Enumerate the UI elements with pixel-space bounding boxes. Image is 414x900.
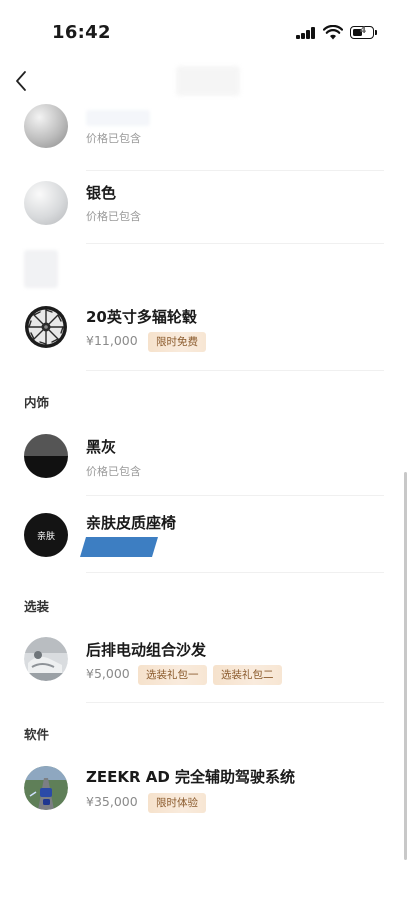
status-time: 16:42 bbox=[52, 22, 111, 43]
driving-assist-image-icon bbox=[24, 766, 68, 810]
cellular-signal-icon bbox=[296, 27, 316, 39]
seat-material-icon: 亲肤 bbox=[24, 513, 68, 557]
option-name: 银色 bbox=[86, 184, 117, 202]
divider bbox=[86, 370, 384, 371]
option-row-paint[interactable]: 价格已包含 bbox=[0, 100, 414, 160]
battery-icon: 4 bbox=[350, 26, 374, 39]
option-price: ¥11,000 bbox=[86, 333, 138, 348]
option-name: 亲肤皮质座椅 bbox=[86, 514, 177, 532]
option-price: ¥35,000 bbox=[86, 794, 138, 809]
seat-material-icon-text: 亲肤 bbox=[36, 531, 55, 542]
option-name: 黑灰 bbox=[86, 438, 117, 456]
option-name-redacted bbox=[86, 110, 150, 126]
divider bbox=[86, 495, 384, 496]
option-price: ¥5,000 bbox=[86, 666, 130, 681]
promo-badge[interactable]: 限时免费 bbox=[148, 332, 206, 352]
option-name: 后排电动组合沙发 bbox=[86, 641, 207, 659]
status-bar: 16:42 4 bbox=[0, 0, 414, 66]
back-arrow-icon[interactable] bbox=[10, 66, 36, 96]
highlight-mark bbox=[80, 537, 158, 557]
option-row-wheel[interactable]: 20英寸多辐轮毂 ¥11,000 限时免费 bbox=[0, 302, 414, 364]
silver-swatch-icon bbox=[24, 181, 68, 225]
rear-sofa-image-icon bbox=[24, 637, 68, 681]
paint-swatch-icon bbox=[24, 104, 68, 148]
page-title-redacted bbox=[176, 66, 240, 96]
divider bbox=[86, 702, 384, 703]
option-name: ZEEKR AD 完全辅助驾驶系统 bbox=[86, 768, 296, 786]
divider bbox=[86, 572, 384, 573]
option-name: 20英寸多辐轮毂 bbox=[86, 308, 197, 326]
section-title-software: 软件 bbox=[24, 727, 50, 742]
section-title-options: 选装 bbox=[24, 599, 50, 614]
battery-level: 4 bbox=[360, 26, 367, 36]
included-status: 价格已包含 bbox=[86, 210, 141, 223]
wheel-icon bbox=[25, 306, 67, 348]
included-status: 价格已包含 bbox=[86, 132, 141, 145]
promo-badge[interactable]: 限时体验 bbox=[148, 793, 206, 813]
package-badge-2[interactable]: 选装礼包二 bbox=[213, 665, 282, 685]
section-title-interior: 内饰 bbox=[24, 395, 50, 410]
divider bbox=[86, 243, 384, 244]
scrollbar[interactable] bbox=[404, 472, 407, 860]
package-badge-1[interactable]: 选装礼包一 bbox=[138, 665, 207, 685]
option-row-zeekr-ad[interactable]: ZEEKR AD 完全辅助驾驶系统 ¥35,000 限时体验 bbox=[0, 762, 414, 824]
divider bbox=[86, 170, 384, 171]
redacted-item-icon bbox=[24, 250, 58, 288]
option-row-silver[interactable]: 银色 价格已包含 bbox=[0, 178, 414, 238]
option-row-black-gray[interactable]: 黑灰 价格已包含 bbox=[0, 430, 414, 490]
included-status: 价格已包含 bbox=[86, 465, 141, 478]
battery-tip bbox=[375, 30, 377, 35]
interior-color-swatch-icon bbox=[24, 434, 68, 478]
option-row-leather-seat[interactable]: 亲肤 亲肤皮质座椅 bbox=[0, 508, 414, 568]
option-row-rear-sofa[interactable]: 后排电动组合沙发 ¥5,000 选装礼包一 选装礼包二 bbox=[0, 635, 414, 697]
wifi-icon bbox=[323, 25, 343, 40]
